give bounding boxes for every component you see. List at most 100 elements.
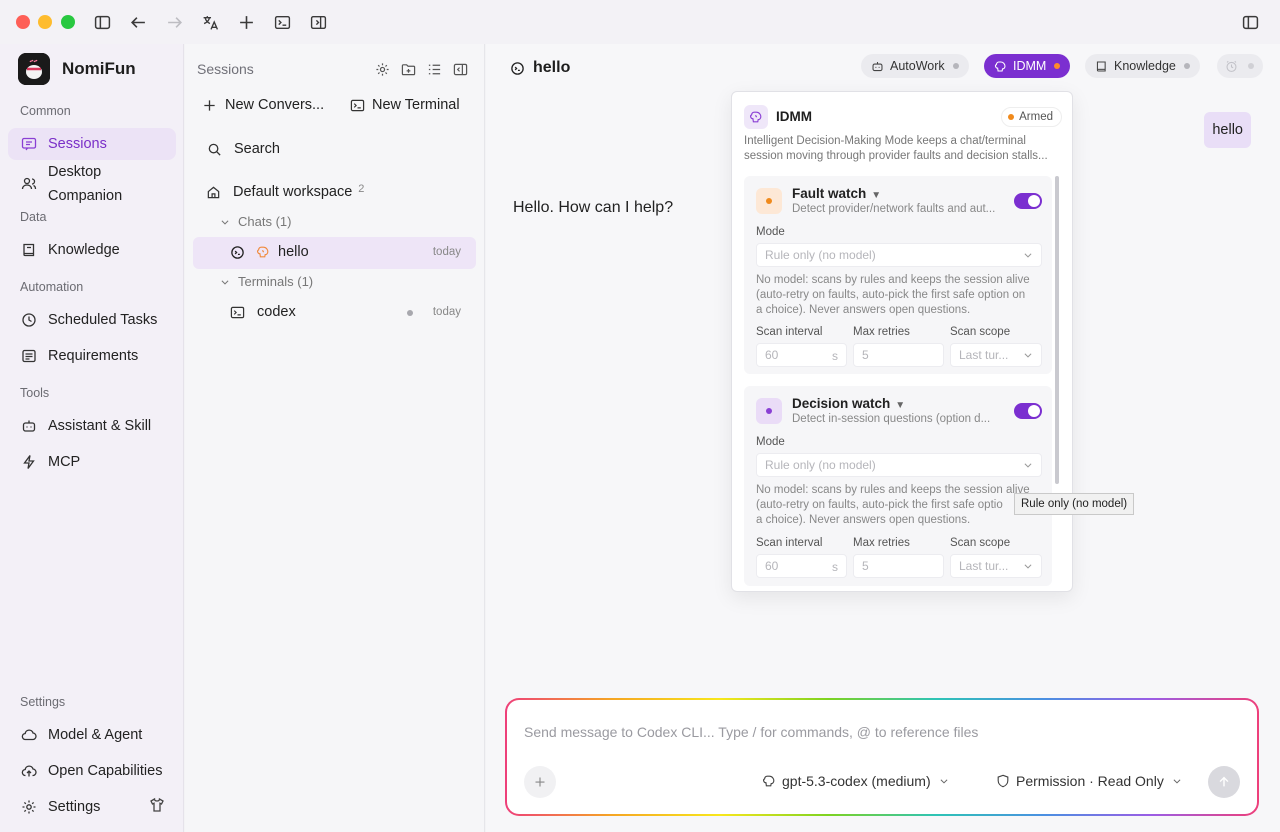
fault-watch-subtitle: Detect provider/network faults and aut..… [792,203,996,215]
scan-scope-select[interactable]: Last tur... [950,554,1042,578]
new-terminal-label: New Terminal [372,97,460,113]
fault-watch-toggle[interactable] [1014,193,1042,209]
gear-icon [20,798,38,816]
search-button[interactable]: Search [207,141,280,157]
settings-gear-icon[interactable] [372,59,392,79]
workspace-count: 2 [358,183,365,195]
user-message-text: hello [1212,122,1243,138]
decision-watch-mode-select[interactable]: Rule only (no model) [756,453,1042,477]
split-panel-icon[interactable] [308,12,328,32]
terminal-icon[interactable] [272,12,292,32]
idmm-chip[interactable]: IDMM [984,54,1071,78]
max-retries-value: 5 [862,348,869,362]
new-conversation-button[interactable]: New Convers... [202,97,324,113]
lightning-icon [20,453,38,471]
back-arrow-icon[interactable] [128,12,148,32]
fault-watch-icon [756,188,782,214]
robot-icon [871,60,890,73]
sessions-toolbar [372,59,470,79]
chat-item-time: today [432,246,461,258]
sessions-panel: Sessions New Convers... New Terminal Sea… [185,44,485,832]
plus-icon[interactable] [236,12,256,32]
brand: NomiFun [18,53,136,85]
note-line: No model: scans by rules and keeps the s… [756,274,1030,286]
sidebar-item-model-agent[interactable]: Model & Agent [8,719,176,751]
translate-icon[interactable] [200,12,220,32]
scan-interval-label: Scan interval [756,537,823,549]
alarm-clock-icon [1225,60,1244,73]
new-conversation-label: New Convers... [225,97,325,113]
knowledge-chip[interactable]: Knowledge [1085,54,1200,78]
new-folder-icon[interactable] [398,59,418,79]
timer-chip[interactable] [1217,54,1263,78]
attach-button[interactable] [524,766,556,798]
scan-interval-input[interactable]: 60 s [756,343,847,367]
caret-down-icon: ▼ [871,190,882,201]
user-message: hello [1204,112,1251,148]
plus-icon [535,777,545,787]
app-name: NomiFun [62,59,136,78]
sidebar-item-open-capabilities[interactable]: Open Capabilities [8,755,176,787]
fault-watch-title-text: Fault watch [792,186,867,201]
fault-watch-mode-select[interactable]: Rule only (no model) [756,243,1042,267]
right-panel-toggle-icon[interactable] [1240,12,1260,32]
max-retries-label: Max retries [853,537,910,549]
fault-watch-title[interactable]: Fault watch ▼ [792,186,881,201]
chat-bubble-icon [20,135,38,153]
sidebar-item-assistant-skill[interactable]: Assistant & Skill [8,410,176,442]
status-dot [1054,63,1061,69]
chats-group[interactable]: Chats (1) [220,214,291,229]
send-button[interactable] [1208,766,1240,798]
message-input[interactable]: Send message to Codex CLI... Type / for … [524,724,978,740]
terminal-item-codex[interactable]: codex today [193,297,476,329]
zoom-window-button[interactable] [61,15,75,29]
shirt-icon[interactable] [149,797,167,815]
clock-icon [20,311,38,329]
workspace-row[interactable]: Default workspace 2 [206,183,365,200]
decision-watch-toggle[interactable] [1014,403,1042,419]
mode-label: Mode [756,226,785,238]
section-automation: Automation [20,280,84,294]
plus-icon [202,98,217,113]
autowork-chip[interactable]: AutoWork [861,54,969,78]
sidebar-item-label: Requirements [48,348,139,364]
sidebar-item-mcp[interactable]: MCP [8,446,176,478]
list-view-icon[interactable] [424,59,444,79]
decision-watch-subtitle: Detect in-session questions (option d... [792,413,991,425]
minimize-window-button[interactable] [38,15,52,29]
forward-arrow-icon[interactable] [164,12,184,32]
popover-scrollbar[interactable] [1055,176,1059,484]
sidebar-item-label: Assistant & Skill [48,418,152,434]
new-terminal-button[interactable]: New Terminal [350,97,460,113]
sidebar-item-desktop-companion[interactable]: Desktop Companion [8,162,176,206]
scan-scope-select[interactable]: Last tur... [950,343,1042,367]
max-retries-input[interactable]: 5 [853,554,944,578]
chat-item-hello[interactable]: hello today [193,237,476,269]
terminal-icon [230,305,246,321]
sidebar-toggle-icon[interactable] [92,12,112,32]
mode-value: Rule only (no model) [765,458,876,472]
sidebar-item-requirements[interactable]: Requirements [8,340,176,372]
collapse-panel-icon[interactable] [450,59,470,79]
model-label: gpt-5.3-codex (medium) [782,773,931,789]
popover-title: IDMM [776,109,812,124]
knowledge-label: Knowledge [1114,59,1176,73]
sidebar-item-scheduled-tasks[interactable]: Scheduled Tasks [8,304,176,336]
sidebar-item-sessions[interactable]: Sessions [8,128,176,160]
scan-interval-value: 60 [765,559,779,573]
sidebar-item-label: Settings [48,799,101,815]
search-label: Search [234,141,280,157]
terminals-group[interactable]: Terminals (1) [220,274,313,289]
model-selector[interactable]: gpt-5.3-codex (medium) [762,773,949,789]
desc-line: Intelligent Decision-Making Mode keeps a… [744,135,1026,147]
composer-inner: Send message to Codex CLI... Type / for … [507,700,1257,814]
close-window-button[interactable] [16,15,30,29]
max-retries-input[interactable]: 5 [853,343,944,367]
sidebar-item-knowledge[interactable]: Knowledge [8,234,176,266]
popover-description: Intelligent Decision-Making Mode keeps a… [744,134,1062,164]
scan-interval-input[interactable]: 60 s [756,554,847,578]
sidebar-item-label: Open Capabilities [48,763,163,779]
permission-selector[interactable]: Permission · Read Only [996,773,1182,789]
sidebar-item-label: MCP [48,454,81,470]
decision-watch-title[interactable]: Decision watch ▼ [792,396,905,411]
